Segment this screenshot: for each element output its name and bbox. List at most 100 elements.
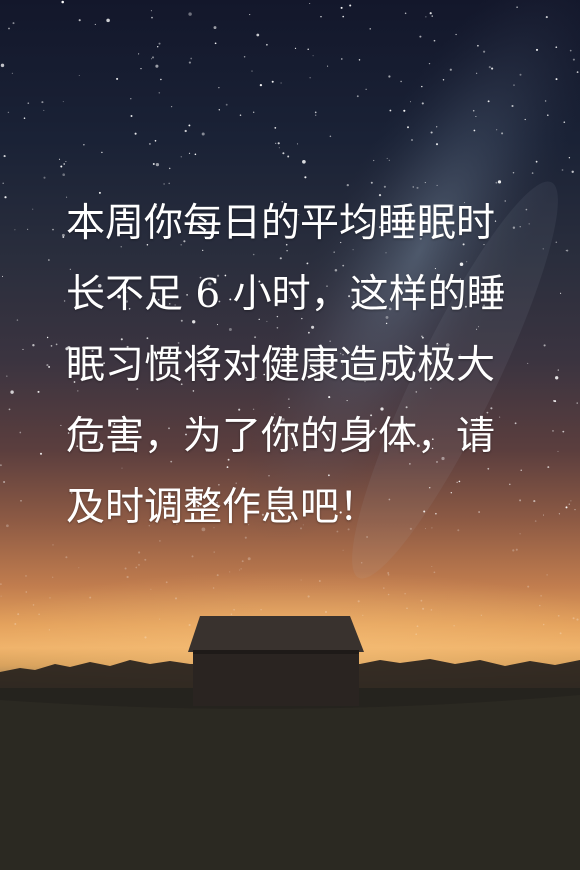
star <box>230 613 233 616</box>
star <box>212 587 215 589</box>
star <box>512 549 515 552</box>
star <box>140 68 142 70</box>
star <box>497 180 502 184</box>
star <box>6 375 8 377</box>
star <box>138 564 140 566</box>
star <box>511 104 514 108</box>
star <box>174 597 178 600</box>
star <box>365 88 367 90</box>
star <box>435 143 439 146</box>
star <box>48 259 50 261</box>
star <box>309 77 311 79</box>
star <box>150 10 152 12</box>
star <box>247 557 251 561</box>
star <box>568 503 571 505</box>
star <box>144 558 147 561</box>
star <box>576 71 579 73</box>
star <box>542 248 544 250</box>
star <box>528 223 530 225</box>
star <box>472 109 475 112</box>
star <box>39 452 43 455</box>
star <box>78 74 80 77</box>
star <box>61 233 65 237</box>
star <box>170 105 173 108</box>
star <box>496 129 498 131</box>
barn-wall <box>193 650 359 706</box>
star <box>8 408 11 411</box>
star <box>477 44 479 47</box>
star <box>241 560 244 563</box>
star <box>539 604 541 607</box>
star <box>555 46 558 49</box>
star <box>20 499 22 502</box>
star <box>300 579 302 581</box>
star <box>420 599 423 602</box>
star <box>4 196 7 199</box>
barn-roof <box>188 616 364 652</box>
star <box>475 115 477 118</box>
star <box>433 39 436 42</box>
star <box>542 514 545 516</box>
barn <box>188 616 364 706</box>
star <box>213 551 215 553</box>
star <box>488 66 491 69</box>
star <box>160 78 162 81</box>
star <box>130 98 132 100</box>
star <box>184 129 187 133</box>
star <box>574 508 576 511</box>
star <box>404 12 407 15</box>
star <box>62 101 64 103</box>
star <box>535 160 538 163</box>
star <box>404 593 406 595</box>
star <box>409 101 412 103</box>
star <box>473 129 476 132</box>
star <box>58 158 61 160</box>
star <box>249 14 251 16</box>
sleep-warning-message: 本周你每日的平均睡眠时长不足 6 小时，这样的睡眠习惯将对健康造成极大危害，为了… <box>66 201 506 530</box>
star <box>429 12 432 15</box>
star <box>403 109 406 112</box>
star <box>275 142 277 145</box>
star <box>12 22 15 25</box>
star <box>547 466 550 469</box>
star <box>282 152 285 155</box>
star <box>22 348 24 350</box>
star <box>565 249 567 252</box>
star <box>168 167 171 170</box>
star <box>318 580 321 582</box>
star <box>387 573 390 576</box>
star <box>218 87 220 89</box>
star <box>135 566 138 569</box>
star <box>3 480 6 484</box>
star <box>312 55 314 57</box>
star <box>491 67 494 70</box>
star <box>274 127 277 129</box>
star <box>540 595 542 597</box>
star <box>0 464 2 467</box>
star <box>560 292 562 294</box>
star <box>106 18 110 23</box>
star <box>570 500 572 502</box>
star <box>519 226 521 228</box>
star <box>546 574 548 576</box>
star <box>430 609 433 611</box>
star <box>387 593 390 596</box>
star <box>0 583 2 585</box>
star <box>271 80 274 83</box>
star <box>476 72 478 74</box>
star <box>266 43 268 46</box>
star <box>304 176 307 179</box>
star <box>544 100 547 102</box>
star <box>78 567 80 569</box>
star <box>315 114 317 116</box>
star <box>151 16 153 19</box>
star <box>524 118 526 121</box>
star <box>576 618 579 621</box>
star <box>400 80 402 83</box>
star <box>516 6 518 8</box>
star <box>555 241 558 244</box>
star <box>514 422 517 425</box>
star <box>557 450 559 452</box>
star <box>32 344 35 347</box>
star <box>433 571 436 574</box>
